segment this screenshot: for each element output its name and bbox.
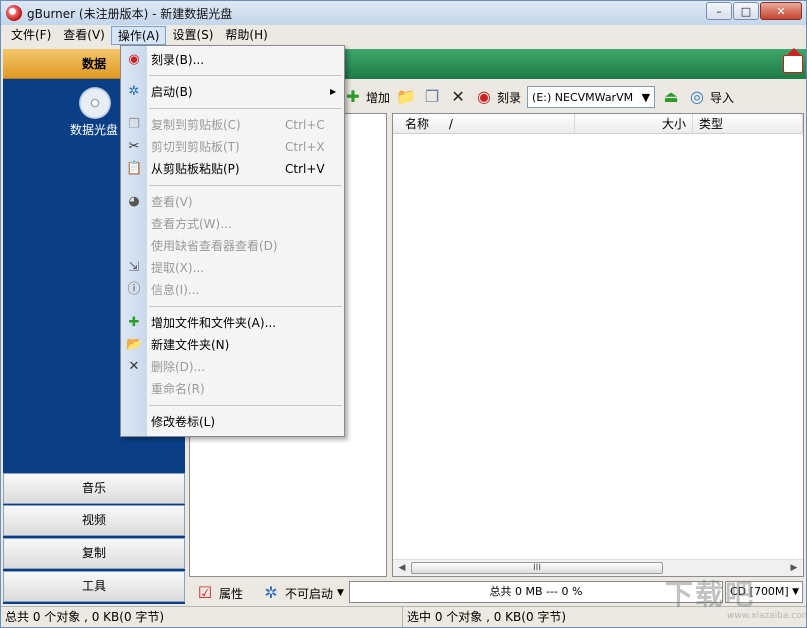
delete-icon: ✕ [128,359,140,374]
menu-separator [149,75,342,76]
menu-item-change-label[interactable]: 修改卷标(L) [121,411,344,433]
chevron-down-icon: ▼ [337,588,344,598]
submenu-arrow-icon: ▶ [330,87,337,96]
burn-button-label: 刻录 [497,90,522,105]
column-size[interactable]: 大小 [575,114,693,134]
copy-files-icon[interactable]: ❐ [422,87,442,107]
info-icon: ⓘ [127,282,141,297]
menu-item-rename[interactable]: 重命名(R) [121,378,344,400]
boot-select[interactable]: ✲ 不可启动 ▼ [261,583,344,603]
burn-icon: ◉ [128,52,140,67]
drive-select-value: (E:) NECVMWarVM [532,90,634,104]
cut-icon: ✂ [128,139,140,154]
menu-item-copy[interactable]: ❐ 复制到剪贴板(C) Ctrl+C [121,114,344,136]
menu-file[interactable]: 文件(F) [5,26,57,45]
menu-item-default-viewer[interactable]: 使用缺省查看器查看(D) [121,235,344,257]
sidebar-tab-tools[interactable]: 工具 [3,571,185,602]
properties-button[interactable]: ☑ 属性 [195,583,243,603]
menu-item-cut[interactable]: ✂ 剪切到剪贴板(T) Ctrl+X [121,136,344,158]
home-icon[interactable] [783,48,803,73]
import-button-label: 导入 [710,90,735,105]
menu-settings[interactable]: 设置(S) [166,26,219,45]
menu-separator [149,185,342,186]
sidebar-tab-video[interactable]: 视频 [3,505,185,536]
menu-item-extract[interactable]: ⇲ 提取(X)... [121,257,344,279]
column-name-label: 名称 [405,117,430,131]
delete-icon[interactable]: ✕ [448,87,468,107]
close-button[interactable]: ✕ [760,2,802,20]
properties-label: 属性 [219,586,244,601]
sidebar-tab-copy[interactable]: 复制 [3,538,185,569]
maximize-button[interactable]: □ [733,2,759,20]
properties-icon: ☑ [197,583,213,602]
sidebar-tab-music[interactable]: 音乐 [3,473,185,504]
drive-select[interactable]: (E:) NECVMWarVM ▼ [527,86,656,108]
menu-item-new-folder[interactable]: 📂 新建文件夹(N) [121,334,344,356]
scroll-thumb[interactable]: III [411,562,663,574]
menu-item-view[interactable]: ◕ 查看(V) [121,191,344,213]
column-name[interactable]: 名称 / [393,114,575,134]
menu-item-paste[interactable]: 📋 从剪贴板粘贴(P) Ctrl+V [121,158,344,180]
new-folder-icon[interactable]: 📁 [396,87,416,107]
view-icon: ◕ [128,194,140,209]
chevron-down-icon: ▼ [641,90,651,104]
burn-button[interactable]: ◉ 刻录 [474,85,521,109]
boot-label: 不可启动 [285,586,334,601]
menu-item-delete[interactable]: ✕ 删除(D)... [121,356,344,378]
import-button[interactable]: ◎ 导入 [687,85,734,109]
add-button-label: 增加 [366,90,391,105]
menu-item-view-mode[interactable]: 查看方式(W)... [121,213,344,235]
sort-indicator: / [448,117,453,131]
status-total: 总共 0 个对象 , 0 KB(0 字节) [1,607,403,627]
copy-icon: ❐ [128,117,140,132]
app-window: gBurner (未注册版本) - 新建数据光盘 – □ ✕ 文件(F) 查看(… [0,0,807,628]
add-button[interactable]: ✚ 增加 [343,85,390,109]
boot-icon: ✲ [128,84,140,99]
new-folder-icon: 📂 [126,337,143,352]
import-icon: ◎ [690,87,705,106]
app-icon [6,5,22,21]
column-type[interactable]: 类型 [693,114,803,134]
watermark: 下载吧 www.xiazaiba.com [665,578,807,621]
menu-separator [149,405,342,406]
title-bar: gBurner (未注册版本) - 新建数据光盘 – □ ✕ [1,1,806,25]
menu-item-add-files[interactable]: ✚ 增加文件和文件夹(A)... [121,312,344,334]
burn-icon: ◉ [477,87,491,106]
file-list-pane[interactable]: 名称 / 大小 类型 ◀ III ▶ [392,113,804,577]
menu-bar: 文件(F) 查看(V) 操作(A) 设置(S) 帮助(H) [1,25,806,46]
menu-item-burn[interactable]: ◉ 刻录(B)... [121,49,344,71]
scroll-left-icon[interactable]: ◀ [395,562,409,574]
file-list-header: 名称 / 大小 类型 [393,114,803,134]
menu-separator [149,306,342,307]
menu-action[interactable]: 操作(A) [110,26,167,45]
menu-help[interactable]: 帮助(H) [219,26,273,45]
minimize-button[interactable]: – [706,2,732,20]
menu-item-info[interactable]: ⓘ 信息(I)... [121,279,344,301]
data-disc-icon[interactable] [79,87,111,119]
menu-separator [149,108,342,109]
menu-view[interactable]: 查看(V) [57,26,111,45]
add-icon: ✚ [346,87,360,106]
boot-icon: ✲ [264,583,278,602]
window-title: gBurner (未注册版本) - 新建数据光盘 [27,6,233,21]
main-toolbar: ✚ 增加 📁 ❐ ✕ ◉ 刻录 (E:) NECVMWarVM ▼ ⏏ ◎ 导入 [343,83,806,111]
extract-icon: ⇲ [128,260,140,275]
paste-icon: 📋 [126,161,143,176]
action-dropdown-menu: ◉ 刻录(B)... ✲ 启动(B) ▶ ❐ 复制到剪贴板(C) Ctrl+C … [120,45,345,437]
menu-item-boot[interactable]: ✲ 启动(B) ▶ [121,81,344,103]
add-files-icon: ✚ [128,315,140,330]
window-controls: – □ ✕ [706,2,802,20]
eject-icon[interactable]: ⏏ [661,87,681,107]
